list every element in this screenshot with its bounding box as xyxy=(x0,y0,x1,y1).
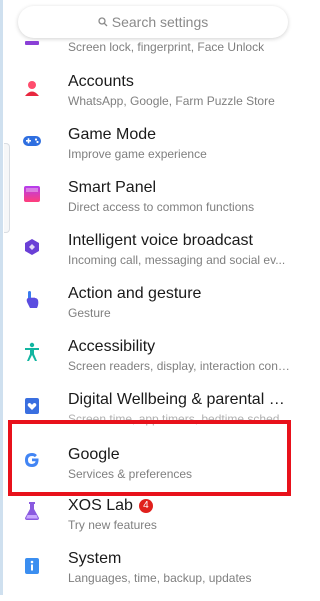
settings-item-title: Accessibility xyxy=(68,338,156,355)
digital-wellbeing-icon xyxy=(22,396,42,416)
gamepad-icon xyxy=(22,131,42,151)
settings-item-title-text: XOS Lab xyxy=(68,497,133,514)
settings-item-voice-broadcast[interactable]: Intelligent voice broadcast Incoming cal… xyxy=(0,230,300,283)
voice-broadcast-icon xyxy=(22,237,42,257)
settings-item-title: Accounts xyxy=(68,73,134,90)
security-icon xyxy=(22,40,42,46)
settings-item-subtitle: Direct access to common functions xyxy=(68,200,255,214)
highlight-box xyxy=(8,420,291,496)
settings-item-subtitle: WhatsApp, Google, Farm Puzzle Store xyxy=(68,94,275,108)
settings-item-subtitle: Try new features xyxy=(68,518,157,532)
hand-gesture-icon xyxy=(22,290,42,310)
accounts-icon xyxy=(22,78,42,98)
notification-badge: 4 xyxy=(138,499,153,513)
settings-item-security[interactable]: Screen lock, fingerprint, Face Unlock xyxy=(0,18,300,71)
settings-item-subtitle: Screen readers, display, interaction con… xyxy=(68,359,290,373)
settings-item-title: XOS Lab 4 xyxy=(68,497,290,515)
settings-item-accounts[interactable]: Accounts WhatsApp, Google, Farm Puzzle S… xyxy=(0,71,300,124)
settings-item-subtitle: Incoming call, messaging and social ev..… xyxy=(68,253,286,267)
settings-item-xos-lab[interactable]: XOS Lab 4 Try new features xyxy=(0,495,300,548)
smart-panel-icon xyxy=(22,184,42,204)
settings-item-subtitle: Screen lock, fingerprint, Face Unlock xyxy=(68,40,265,54)
settings-item-action-gesture[interactable]: Action and gesture Gesture xyxy=(0,283,300,336)
settings-item-game-mode[interactable]: Game Mode Improve game experience xyxy=(0,124,300,177)
settings-item-title: Smart Panel xyxy=(68,179,157,196)
settings-item-subtitle: Gesture xyxy=(68,306,111,320)
settings-item-title: Game Mode xyxy=(68,126,157,143)
settings-item-accessibility[interactable]: Accessibility Screen readers, display, i… xyxy=(0,336,300,389)
settings-item-title: Digital Wellbeing & parental con... xyxy=(68,391,290,408)
accessibility-icon xyxy=(22,342,42,362)
settings-item-subtitle: Improve game experience xyxy=(68,147,207,161)
settings-item-title: Intelligent voice broadcast xyxy=(68,232,253,249)
settings-item-title: System xyxy=(68,550,122,567)
settings-item-smart-panel[interactable]: Smart Panel Direct access to common func… xyxy=(0,177,300,230)
settings-item-title: Action and gesture xyxy=(68,285,202,302)
system-info-icon xyxy=(22,556,42,576)
settings-item-system[interactable]: System Languages, time, backup, updates xyxy=(0,548,300,601)
lab-flask-icon xyxy=(22,501,42,521)
settings-item-subtitle: Languages, time, backup, updates xyxy=(68,571,252,585)
